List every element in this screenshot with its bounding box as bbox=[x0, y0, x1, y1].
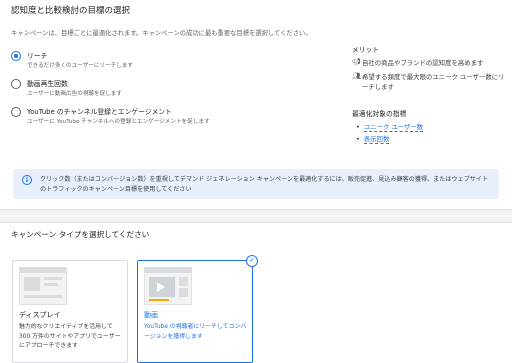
merit-item: 👥︎ 希望する頻度で最大限のユニーク ユーザー数にリーチします bbox=[352, 72, 510, 92]
metric-link-unique-users[interactable]: ユニーク ユーザー数 bbox=[363, 123, 424, 132]
campaign-type-card-video[interactable]: ✓ 動画 YouTube の視聴者にリーチしてコンバージョンを獲得します bbox=[137, 255, 258, 363]
goal-option-sub: ユーザーに YouTube チャンネルへの登録とエンゲージメントを促します bbox=[27, 119, 210, 125]
info-icon: i bbox=[22, 175, 32, 185]
radio-reach[interactable] bbox=[11, 51, 21, 61]
merit-text: 自社の商品やブランドの認知度を高めます bbox=[362, 59, 484, 67]
check-icon: ✓ bbox=[246, 255, 258, 267]
metric-link-impressions[interactable]: 表示回数 bbox=[363, 135, 390, 144]
goal-section-title: 認知度と比較検討の目標の選択 bbox=[11, 6, 131, 16]
card-name: 動画 bbox=[144, 311, 158, 319]
video-thumbnail bbox=[144, 267, 192, 305]
info-banner-text: クリック数（またはコンバージョン数）を重視してデマンド ジェネレーション キャン… bbox=[40, 176, 488, 193]
goal-option-sub: できるだけ多くのユーザーにリーチします bbox=[27, 63, 134, 69]
card-name: ディスプレイ bbox=[19, 311, 61, 319]
card-description: 魅力的なクリエイティブを活用して 300 万件のサイトやアプリでユーザーにアプロ… bbox=[19, 324, 121, 349]
merit-text: 希望する頻度で最大限のユニーク ユーザー数にリーチします bbox=[362, 73, 505, 91]
benefits-panel: メリット 📢︎ 自社の商品やブランドの認知度を高めます 👥︎ 希望する頻度で最大… bbox=[352, 44, 512, 144]
metric-item: • ユニーク ユーザー数 bbox=[356, 123, 424, 132]
section-divider bbox=[0, 209, 512, 223]
goal-option-sub: ユーザーに動画広告の視聴を促します bbox=[27, 91, 122, 97]
goal-option-label: YouTube のチャンネル登録とエンゲージメント bbox=[27, 108, 173, 116]
megaphone-icon: 📢︎ bbox=[352, 58, 361, 66]
goal-section-description: キャンペーンは、目標ごとに最適化されます。キャンペーンの成功に最も重要な目標を選… bbox=[11, 30, 312, 37]
goal-option-label: 動画再生回数 bbox=[27, 80, 68, 88]
goal-option-reach[interactable]: リーチ できるだけ多くのユーザーにリーチします bbox=[11, 50, 331, 72]
info-banner: i クリック数（またはコンバージョン数）を重視してデマンド ジェネレーション キ… bbox=[13, 169, 499, 199]
metric-heading: 最適化対象の指標 bbox=[352, 110, 407, 118]
merit-heading: メリット bbox=[352, 46, 380, 54]
metric-item: • 表示回数 bbox=[356, 135, 390, 144]
radio-video-views[interactable] bbox=[11, 79, 21, 89]
radio-youtube-engagement[interactable] bbox=[11, 107, 21, 117]
card-description: YouTube の視聴者にリーチしてコンバージョンを獲得します bbox=[144, 324, 247, 340]
merit-item: 📢︎ 自社の商品やブランドの認知度を高めます bbox=[352, 58, 510, 68]
goal-option-label: リーチ bbox=[27, 52, 48, 60]
campaign-type-title: キャンペーン タイプを選択してください bbox=[11, 230, 150, 239]
goal-option-youtube-engagement[interactable]: YouTube のチャンネル登録とエンゲージメント ユーザーに YouTube … bbox=[11, 106, 331, 128]
display-thumbnail bbox=[19, 267, 67, 305]
people-icon: 👥︎ bbox=[352, 72, 361, 80]
goal-option-video-views[interactable]: 動画再生回数 ユーザーに動画広告の視聴を促します bbox=[11, 78, 331, 100]
campaign-type-card-display[interactable]: ディスプレイ 魅力的なクリエイティブを活用して 300 万件のサイトやアプリでユ… bbox=[12, 260, 128, 363]
